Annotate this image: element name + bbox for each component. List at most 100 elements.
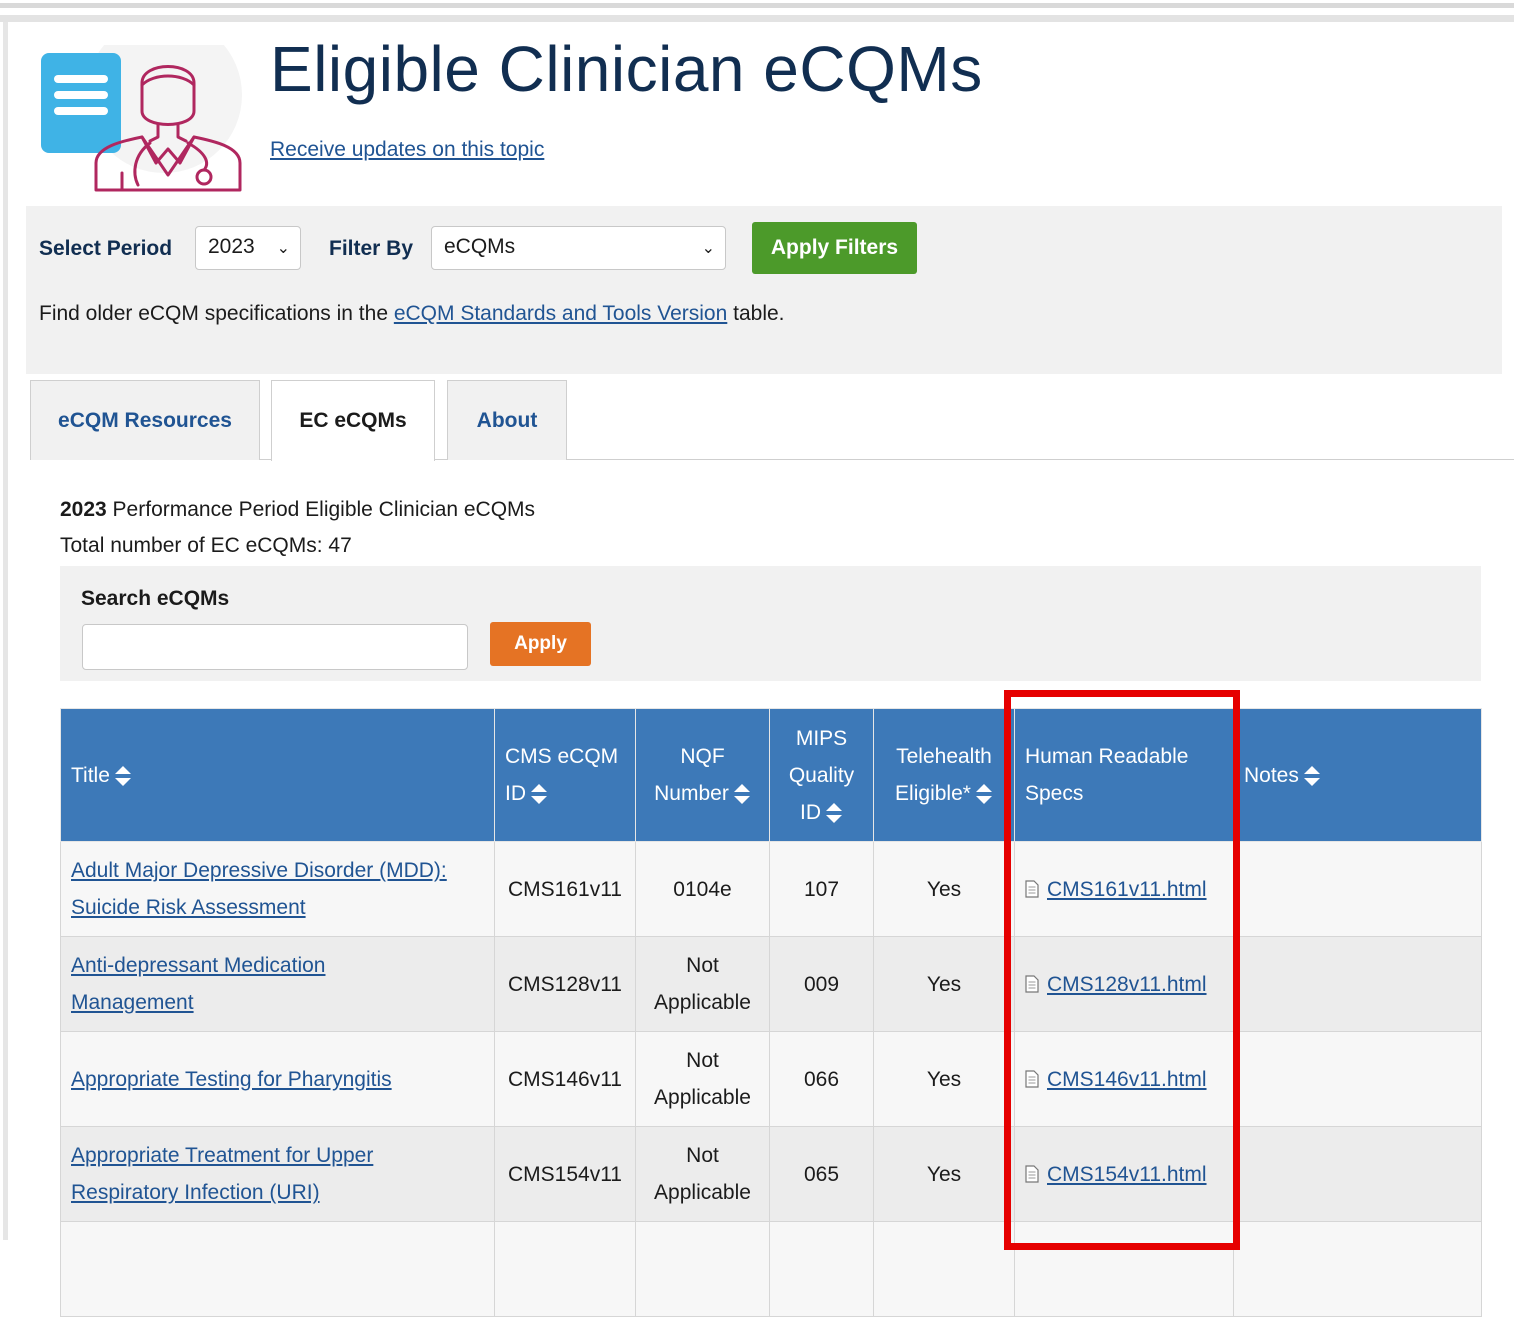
older-specs-note-suffix: table. bbox=[727, 302, 785, 325]
mips-header-line1: MIPS bbox=[795, 726, 848, 750]
cms-id-cell bbox=[494, 1221, 636, 1317]
filter-by-select[interactable]: eCQMs ⌄ bbox=[431, 226, 726, 270]
nqf-header-line2: Number bbox=[654, 782, 729, 805]
performance-period-heading: 2023 Performance Period Eligible Clinici… bbox=[60, 498, 535, 522]
column-header-mips[interactable]: MIPS Quality ID bbox=[769, 708, 874, 842]
title-cell bbox=[60, 1221, 495, 1317]
tab-ecqm-resources[interactable]: eCQM Resources bbox=[30, 380, 260, 460]
telehealth-cell: Yes bbox=[873, 1031, 1015, 1127]
period-select[interactable]: 2023 ⌄ bbox=[195, 226, 301, 270]
highlight-annotation-box bbox=[1004, 690, 1240, 1250]
receive-updates-link[interactable]: Receive updates on this topic bbox=[270, 138, 544, 162]
filter-by-label: Filter By bbox=[329, 237, 414, 260]
standards-tools-version-link[interactable]: eCQM Standards and Tools Version bbox=[394, 302, 727, 325]
chevron-down-icon: ⌄ bbox=[276, 240, 290, 257]
table-row: Adult Major Depressive Disorder (MDD): Su… bbox=[60, 841, 1482, 937]
total-count: Total number of EC eCQMs: 47 bbox=[60, 534, 352, 557]
nqf-cell: Not Applicable bbox=[635, 936, 770, 1032]
older-specs-note-prefix: Find older eCQM specifications in the bbox=[39, 302, 394, 325]
notes-header-label: Notes bbox=[1244, 763, 1299, 787]
mips-id-cell bbox=[769, 1221, 874, 1317]
filter-by-select-value: eCQMs bbox=[444, 235, 516, 258]
nqf-cell bbox=[635, 1221, 770, 1317]
measure-title-link[interactable]: Adult Major Depressive Disorder (MDD): Su… bbox=[71, 859, 447, 919]
notes-cell bbox=[1233, 841, 1482, 937]
older-specs-note: Find older eCQM specifications in the eC… bbox=[39, 302, 785, 326]
search-panel: Search eCQMs Apply bbox=[60, 566, 1481, 681]
nqf-line: Not bbox=[686, 1049, 719, 1072]
mips-id-cell: 065 bbox=[769, 1126, 874, 1222]
search-label: Search eCQMs bbox=[81, 587, 230, 610]
cms-id-cell: CMS161v11 bbox=[494, 841, 636, 937]
cms-id-cell: CMS146v11 bbox=[494, 1031, 636, 1127]
period-year: 2023 bbox=[60, 498, 107, 521]
apply-filters-button[interactable]: Apply Filters bbox=[752, 222, 917, 274]
filter-bar: Select Period 2023 ⌄ Filter By eCQMs ⌄ A… bbox=[26, 206, 1502, 374]
mips-header-line3: ID bbox=[800, 800, 821, 824]
notes-cell bbox=[1233, 936, 1482, 1032]
mips-id-cell: 107 bbox=[769, 841, 874, 937]
measure-title-link[interactable]: Appropriate Testing for Pharyngitis bbox=[71, 1068, 392, 1091]
title-cell: Adult Major Depressive Disorder (MDD): Su… bbox=[60, 841, 495, 937]
table-row: Anti-depressant Medication Management CMS… bbox=[60, 936, 1482, 1032]
sort-icon[interactable] bbox=[530, 783, 548, 805]
title-cell: Anti-depressant Medication Management bbox=[60, 936, 495, 1032]
title-line: Appropriate Testing for Pharyngitis bbox=[71, 1067, 392, 1091]
tab-ec-ecqms[interactable]: EC eCQMs bbox=[271, 380, 435, 461]
sort-icon[interactable] bbox=[975, 783, 993, 805]
mips-id-cell: 009 bbox=[769, 936, 874, 1032]
nqf-cell: Not Applicable bbox=[635, 1126, 770, 1222]
title-line: Respiratory Infection (URI) bbox=[71, 1181, 320, 1204]
column-header-nqf[interactable]: NQF Number bbox=[635, 708, 770, 842]
search-input[interactable] bbox=[82, 624, 468, 670]
tele-header-line1: Telehealth bbox=[896, 745, 992, 768]
telehealth-cell: Yes bbox=[873, 841, 1015, 937]
clinician-document-icon bbox=[41, 45, 242, 192]
sort-icon[interactable] bbox=[733, 783, 751, 805]
window-frame-top bbox=[0, 0, 1514, 22]
nqf-line: 0104e bbox=[673, 877, 732, 901]
chevron-down-icon: ⌄ bbox=[701, 240, 715, 257]
title-line: Suicide Risk Assessment bbox=[71, 896, 306, 919]
column-header-title[interactable]: Title bbox=[60, 708, 495, 842]
measure-title-link[interactable]: Anti-depressant Medication Management bbox=[71, 954, 325, 1014]
measure-title-link[interactable]: Appropriate Treatment for Upper Respirato… bbox=[71, 1144, 373, 1204]
table-row bbox=[60, 1221, 1482, 1317]
nqf-cell: 0104e bbox=[635, 841, 770, 937]
column-header-cms-id[interactable]: CMS eCQM ID bbox=[494, 708, 636, 842]
sort-icon[interactable] bbox=[1303, 765, 1321, 787]
sort-icon[interactable] bbox=[825, 802, 843, 824]
nqf-line: Applicable bbox=[654, 1086, 751, 1109]
select-period-label: Select Period bbox=[39, 237, 173, 260]
cms-header-line2: ID bbox=[505, 782, 526, 805]
notes-cell bbox=[1233, 1031, 1482, 1127]
telehealth-cell bbox=[873, 1221, 1015, 1317]
telehealth-cell: Yes bbox=[873, 936, 1015, 1032]
tab-about[interactable]: About bbox=[447, 380, 567, 460]
tele-header-line2: Eligible* bbox=[895, 782, 971, 805]
search-apply-button[interactable]: Apply bbox=[490, 622, 591, 666]
cms-id-cell: CMS128v11 bbox=[494, 936, 636, 1032]
cms-header-line1: CMS eCQM bbox=[505, 745, 619, 768]
mips-id-cell: 066 bbox=[769, 1031, 874, 1127]
sort-icon[interactable] bbox=[114, 765, 132, 787]
notes-cell bbox=[1233, 1126, 1482, 1222]
nqf-line: Applicable bbox=[654, 1181, 751, 1204]
column-header-notes[interactable]: Notes bbox=[1233, 708, 1482, 842]
title-line: Management bbox=[71, 991, 194, 1014]
title-line: Anti-depressant Medication bbox=[71, 954, 326, 977]
nqf-cell: Not Applicable bbox=[635, 1031, 770, 1127]
period-text: Performance Period Eligible Clinician eC… bbox=[106, 498, 536, 521]
table-row: Appropriate Treatment for Upper Respirato… bbox=[60, 1126, 1482, 1222]
nqf-line: Not bbox=[686, 1144, 719, 1167]
cms-id-cell: CMS154v11 bbox=[494, 1126, 636, 1222]
telehealth-cell: Yes bbox=[873, 1126, 1015, 1222]
nqf-line: Applicable bbox=[654, 991, 751, 1014]
column-header-telehealth[interactable]: Telehealth Eligible* bbox=[873, 708, 1015, 842]
title-header-label: Title bbox=[71, 763, 110, 787]
table-header-row: Title CMS eCQM ID NQF Number MIPS Quality ID… bbox=[60, 708, 1482, 842]
nqf-line: Not bbox=[686, 954, 719, 977]
table-row: Appropriate Testing for Pharyngitis CMS1… bbox=[60, 1031, 1482, 1127]
ecqm-table: Title CMS eCQM ID NQF Number MIPS Quality ID… bbox=[60, 708, 1482, 1317]
title-line: Appropriate Treatment for Upper bbox=[71, 1144, 374, 1167]
